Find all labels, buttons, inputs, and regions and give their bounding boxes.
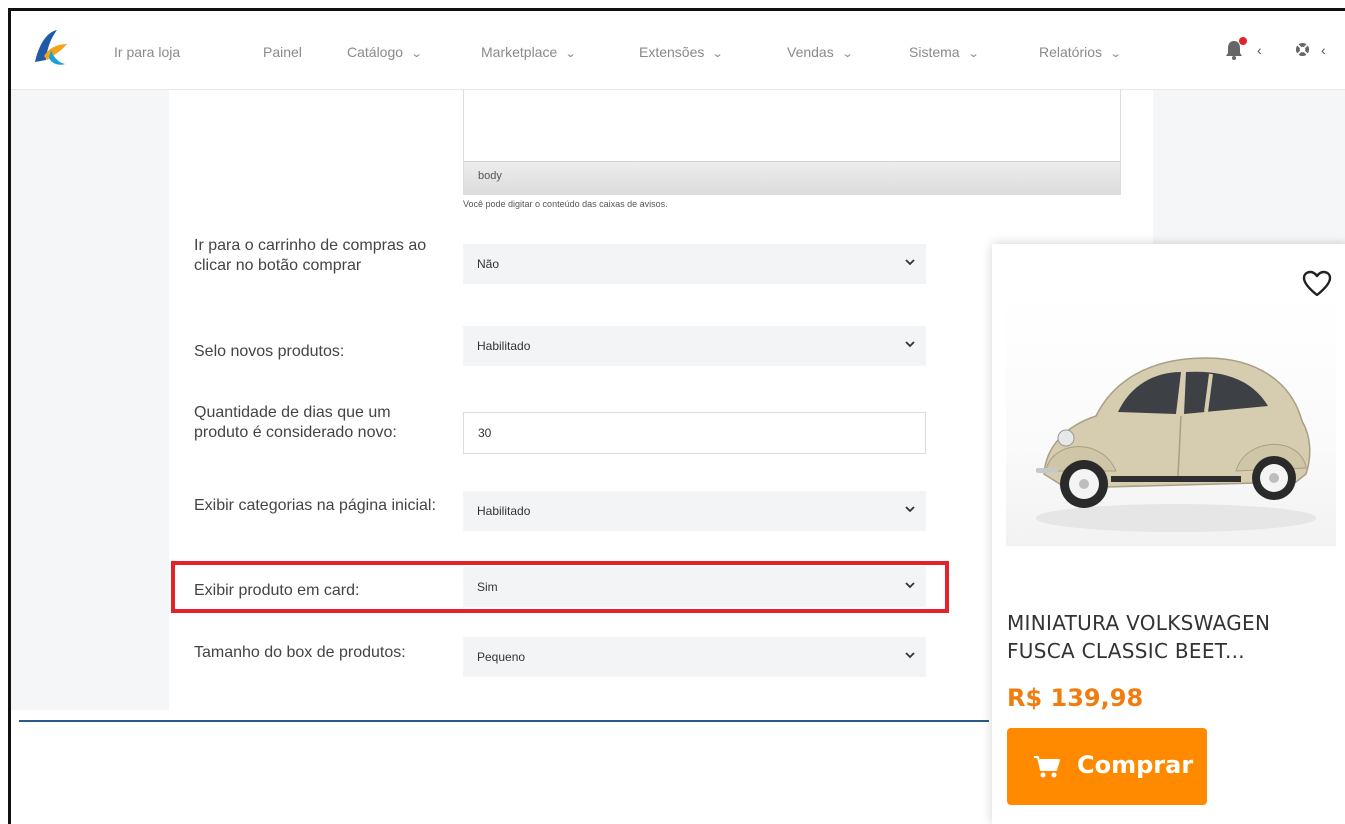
nav-item-painel[interactable]: Painel xyxy=(263,44,302,60)
page-background-right xyxy=(1153,90,1345,255)
field-label-product-box-size: Tamanho do box de produtos: xyxy=(194,644,406,661)
product-title[interactable]: MINIATURA VOLKSWAGEN FUSCA CLASSIC BEET.… xyxy=(1007,609,1337,665)
new-products-seal-select[interactable]: Habilitado xyxy=(463,326,926,366)
chevron-down-icon xyxy=(905,652,915,659)
chevron-down-icon: ⌄ xyxy=(711,48,724,60)
chevron-down-icon xyxy=(905,506,915,513)
chevron-left-icon[interactable]: ‹ xyxy=(1257,42,1262,58)
page-background-left xyxy=(11,90,169,710)
chevron-down-icon: ⌄ xyxy=(410,48,423,60)
select-value: Habilitado xyxy=(477,339,531,353)
nav-item-label: Catálogo xyxy=(347,44,404,60)
editor-status-path: body xyxy=(464,161,1120,194)
nav-item-sistema[interactable]: Sistema ⌄ xyxy=(909,44,980,60)
logo-icon[interactable] xyxy=(29,26,71,68)
product-price: R$ 139,98 xyxy=(1007,684,1144,712)
field-label-cart-redirect: Ir para o carrinho de compras ao clicar … xyxy=(194,237,427,274)
field-label-new-product-days: Quantidade de dias que um produto é cons… xyxy=(194,404,397,441)
buy-button-label: Comprar xyxy=(1077,751,1194,779)
select-value: Habilitado xyxy=(477,504,531,518)
new-product-days-input[interactable]: 30 xyxy=(463,412,926,454)
nav-item-marketplace[interactable]: Marketplace ⌄ xyxy=(481,44,577,60)
chevron-down-icon: ⌄ xyxy=(564,48,577,60)
select-value: Não xyxy=(477,257,500,271)
screenshot-frame: Ir para loja Painel Catálogo ⌄ Marketplac… xyxy=(8,8,1345,824)
field-label-new-products-seal: Selo novos produtos: xyxy=(194,343,345,360)
show-categories-select[interactable]: Habilitado xyxy=(463,491,926,531)
chevron-down-icon: ⌄ xyxy=(967,48,980,60)
product-box-size-select[interactable]: Pequeno xyxy=(463,637,926,677)
field-label-show-categories: Exibir categorias na página inicial: xyxy=(194,497,436,514)
chevron-down-icon: ⌄ xyxy=(1109,48,1122,60)
product-image[interactable] xyxy=(1006,296,1336,546)
highlight-box xyxy=(171,561,949,613)
chevron-down-icon xyxy=(905,341,915,348)
buy-button[interactable]: Comprar xyxy=(1007,728,1207,805)
chevron-down-icon: ⌄ xyxy=(841,48,854,60)
nav-item-label: Painel xyxy=(263,44,302,60)
nav-item-relatorios[interactable]: Relatórios ⌄ xyxy=(1039,44,1122,60)
section-divider xyxy=(19,720,989,722)
top-navigation-bar: Ir para loja Painel Catálogo ⌄ Marketplac… xyxy=(11,11,1345,90)
nav-item-catalogo[interactable]: Catálogo ⌄ xyxy=(347,44,423,60)
nav-item-label: Vendas xyxy=(787,44,834,60)
chevron-left-icon[interactable]: ‹ xyxy=(1321,42,1326,58)
nav-item-label: Sistema xyxy=(909,44,960,60)
cart-icon xyxy=(1034,756,1060,778)
cart-redirect-select[interactable]: Não xyxy=(463,244,926,284)
chevron-down-icon xyxy=(905,259,915,266)
nav-item-extensoes[interactable]: Extensões ⌄ xyxy=(639,44,724,60)
help-icon[interactable] xyxy=(1295,42,1310,57)
notice-text-editor[interactable]: body xyxy=(463,90,1121,195)
notification-dot xyxy=(1239,37,1247,45)
heart-icon[interactable] xyxy=(1302,270,1332,298)
nav-item-label: Marketplace xyxy=(481,44,558,60)
nav-item-label: Relatórios xyxy=(1039,44,1103,60)
input-value: 30 xyxy=(478,426,492,440)
select-value: Pequeno xyxy=(477,650,526,664)
nav-item-vendas[interactable]: Vendas ⌄ xyxy=(787,44,854,60)
product-card[interactable]: MINIATURA VOLKSWAGEN FUSCA CLASSIC BEET.… xyxy=(992,244,1345,824)
editor-help-text: Você pode digitar o conteúdo das caixas … xyxy=(463,199,668,209)
nav-item-label: Extensões xyxy=(639,44,705,60)
nav-store-link[interactable]: Ir para loja xyxy=(114,44,180,60)
